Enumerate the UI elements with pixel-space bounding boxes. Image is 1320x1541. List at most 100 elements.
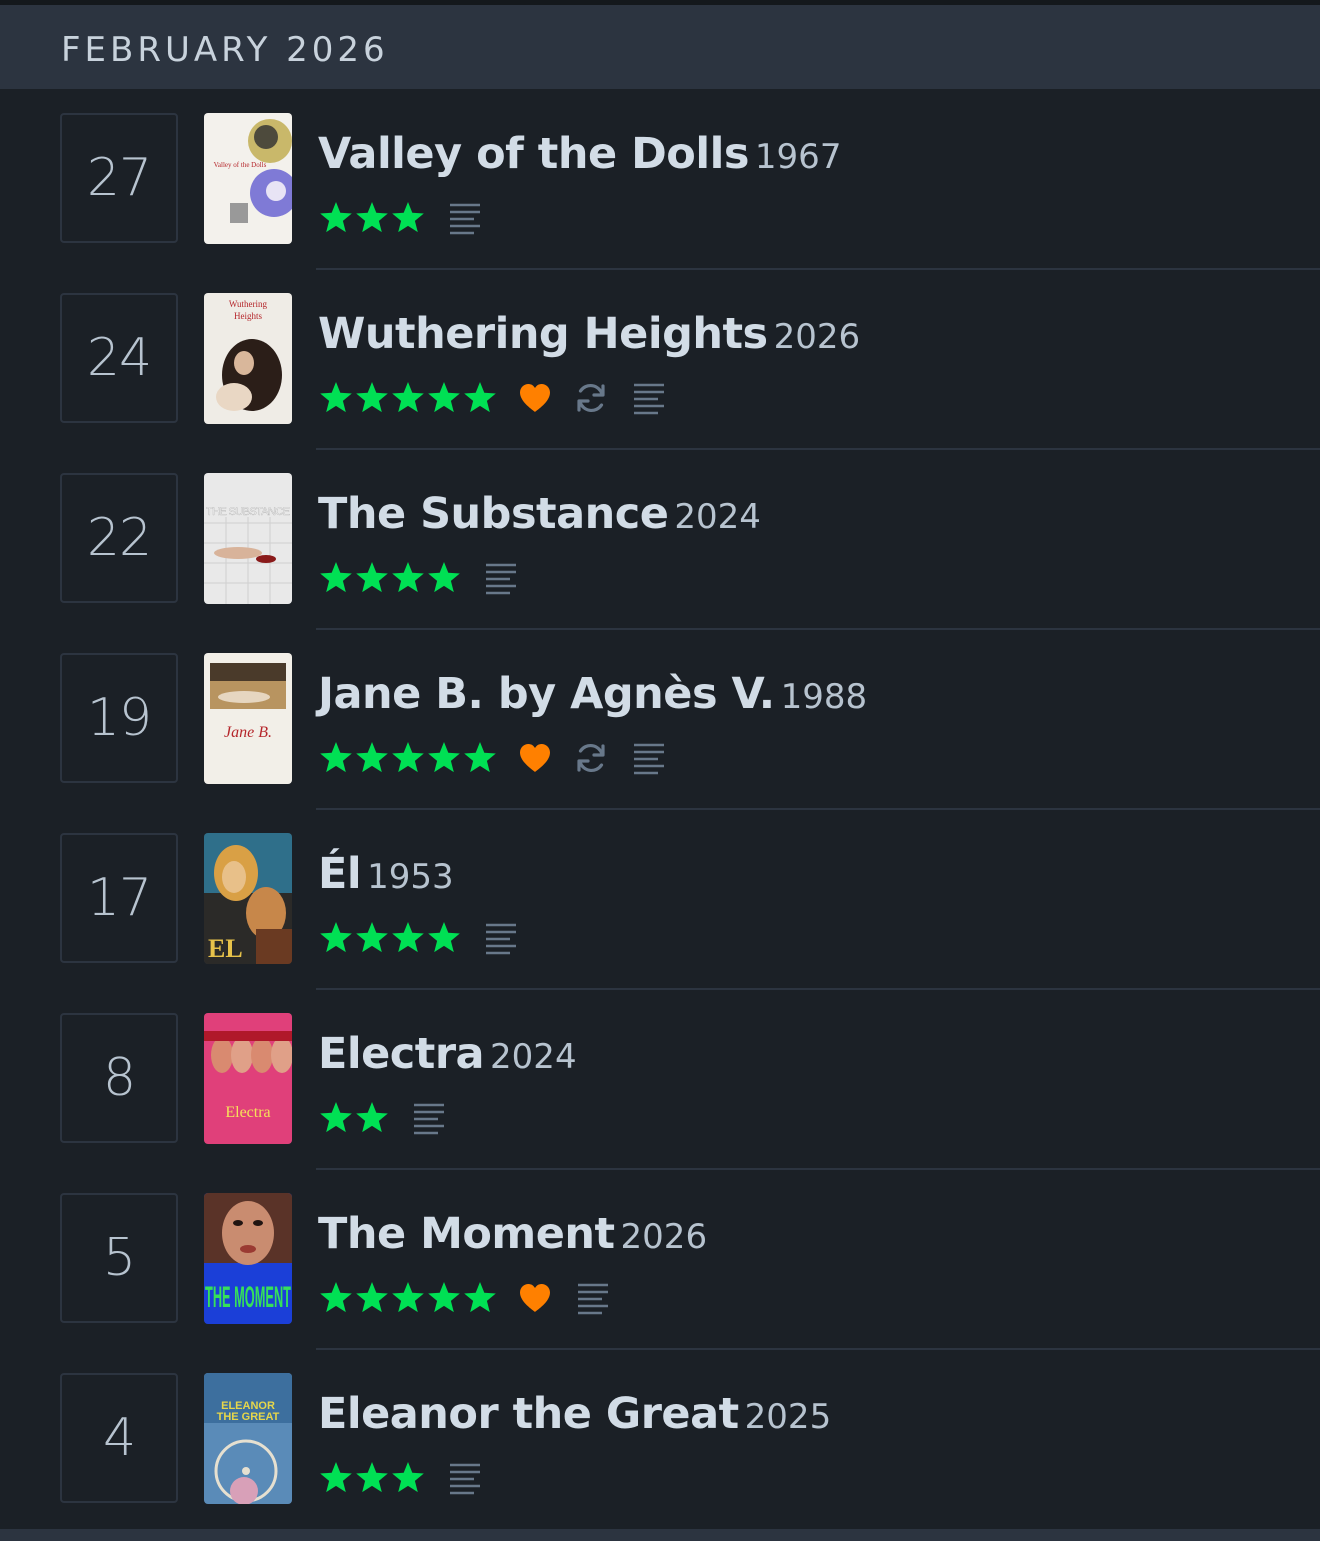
poster-title: Valley of the Dolls bbox=[214, 161, 267, 169]
el-poster: EL bbox=[204, 833, 292, 964]
jane-b-poster: Jane B. bbox=[204, 653, 292, 784]
film-title[interactable]: Wuthering Heights bbox=[318, 309, 768, 359]
film-title[interactable]: Jane B. by Agnès V. bbox=[318, 669, 775, 719]
review-icon[interactable] bbox=[410, 1099, 448, 1137]
entry-title-line: The Substance 2024 bbox=[318, 487, 761, 551]
review-icon[interactable] bbox=[574, 1279, 612, 1317]
review-icon[interactable] bbox=[446, 199, 484, 237]
entry-meta bbox=[318, 1098, 448, 1138]
entry-title-line: Jane B. by Agnès V. 1988 bbox=[318, 667, 867, 731]
poster[interactable]: THE MOMENT bbox=[204, 1193, 292, 1324]
electra-poster: Electra bbox=[204, 1013, 292, 1144]
star-rating bbox=[318, 380, 498, 416]
star-icon bbox=[428, 742, 460, 773]
diary-entry[interactable]: 17 EL Él 1953 bbox=[0, 809, 1320, 990]
month-title: FEBRUARY 2026 bbox=[61, 30, 389, 70]
heart-icon bbox=[520, 384, 550, 412]
star-icon bbox=[392, 742, 424, 773]
day-number: 19 bbox=[86, 688, 152, 748]
star-icon bbox=[356, 1462, 388, 1493]
poster[interactable]: EL bbox=[204, 833, 292, 964]
review-icon[interactable] bbox=[630, 379, 668, 417]
diary-list: 27 Valley of the Dolls Valley of the Dol… bbox=[0, 89, 1320, 1529]
diary-entry[interactable]: 27 Valley of the Dolls Valley of the Dol… bbox=[0, 89, 1320, 270]
film-title[interactable]: Valley of the Dolls bbox=[318, 129, 749, 179]
day-box[interactable]: 5 bbox=[60, 1193, 178, 1323]
poster[interactable]: Jane B. bbox=[204, 653, 292, 784]
poster[interactable]: Valley of the Dolls bbox=[204, 113, 292, 244]
star-rating bbox=[318, 1100, 390, 1136]
poster[interactable]: THE SUBSTANCE bbox=[204, 473, 292, 604]
diary-entry[interactable]: 8 Electra Electra 2024 bbox=[0, 989, 1320, 1170]
star-icon bbox=[464, 1282, 496, 1313]
entry-title-line: Él 1953 bbox=[318, 847, 454, 911]
day-number: 5 bbox=[102, 1228, 136, 1288]
entry-title-line: Eleanor the Great 2025 bbox=[318, 1387, 831, 1451]
day-box[interactable]: 24 bbox=[60, 293, 178, 423]
day-box[interactable]: 17 bbox=[60, 833, 178, 963]
entry-meta bbox=[318, 738, 668, 778]
heart-icon bbox=[520, 744, 550, 772]
review-icon[interactable] bbox=[446, 1459, 484, 1497]
wuthering-heights-poster: Wuthering Heights bbox=[204, 293, 292, 424]
star-rating bbox=[318, 920, 462, 956]
day-box[interactable]: 19 bbox=[60, 653, 178, 783]
star-icon bbox=[320, 922, 352, 953]
film-year[interactable]: 2026 bbox=[621, 1217, 708, 1257]
day-number: 24 bbox=[86, 328, 152, 388]
day-box[interactable]: 4 bbox=[60, 1373, 178, 1503]
the-substance-poster: THE SUBSTANCE bbox=[204, 473, 292, 604]
eleanor-the-great-poster: ELEANOR THE GREAT bbox=[204, 1373, 292, 1504]
diary-entry[interactable]: 19 Jane B. Jane B. by Agnès V. 1988 bbox=[0, 629, 1320, 810]
film-year[interactable]: 1967 bbox=[755, 137, 842, 177]
film-year[interactable]: 1953 bbox=[367, 857, 454, 897]
star-icon bbox=[392, 1282, 424, 1313]
poster[interactable]: ELEANOR THE GREAT bbox=[204, 1373, 292, 1504]
film-title[interactable]: Eleanor the Great bbox=[318, 1389, 739, 1439]
star-icon bbox=[320, 742, 352, 773]
rewatch-icon bbox=[577, 384, 605, 412]
diary-entry[interactable]: 5 THE MOMENT The Moment 2026 bbox=[0, 1169, 1320, 1350]
poster-title: EL bbox=[208, 934, 243, 963]
film-title[interactable]: Él bbox=[318, 849, 362, 899]
diary-entry[interactable]: 22 THE SUBSTANCE The Substance 2024 bbox=[0, 449, 1320, 630]
star-icon bbox=[356, 202, 388, 233]
film-year[interactable]: 2024 bbox=[490, 1037, 577, 1077]
film-title[interactable]: The Substance bbox=[318, 489, 669, 539]
star-rating bbox=[318, 1460, 426, 1496]
day-number: 8 bbox=[102, 1048, 136, 1108]
film-year[interactable]: 2025 bbox=[745, 1397, 832, 1437]
day-box[interactable]: 22 bbox=[60, 473, 178, 603]
star-icon bbox=[392, 202, 424, 233]
film-year[interactable]: 1988 bbox=[781, 677, 868, 717]
day-box[interactable]: 27 bbox=[60, 113, 178, 243]
review-icon[interactable] bbox=[482, 919, 520, 957]
poster-title-line-2: Heights bbox=[234, 311, 262, 321]
film-title[interactable]: The Moment bbox=[318, 1209, 615, 1259]
star-icon bbox=[320, 1462, 352, 1493]
star-icon bbox=[392, 382, 424, 413]
film-year[interactable]: 2024 bbox=[674, 497, 761, 537]
month-header: FEBRUARY 2026 bbox=[0, 5, 1320, 89]
star-icon bbox=[356, 1102, 388, 1133]
day-number: 22 bbox=[86, 508, 152, 568]
star-icon bbox=[428, 382, 460, 413]
heart-icon bbox=[520, 1284, 550, 1312]
the-moment-poster: THE MOMENT bbox=[204, 1193, 292, 1324]
entry-title-line: The Moment 2026 bbox=[318, 1207, 707, 1271]
day-number: 27 bbox=[86, 148, 152, 208]
poster[interactable]: Electra bbox=[204, 1013, 292, 1144]
film-year[interactable]: 2026 bbox=[774, 317, 861, 357]
star-icon bbox=[356, 382, 388, 413]
star-icon bbox=[464, 742, 496, 773]
star-rating bbox=[318, 1280, 498, 1316]
review-icon[interactable] bbox=[630, 739, 668, 777]
poster[interactable]: Wuthering Heights bbox=[204, 293, 292, 424]
star-icon bbox=[392, 922, 424, 953]
diary-entry[interactable]: 4 ELEANOR THE GREAT Eleanor the Great 202… bbox=[0, 1349, 1320, 1529]
bottom-strip bbox=[0, 1529, 1320, 1541]
day-box[interactable]: 8 bbox=[60, 1013, 178, 1143]
film-title[interactable]: Electra bbox=[318, 1029, 485, 1079]
review-icon[interactable] bbox=[482, 559, 520, 597]
diary-entry[interactable]: 24 Wuthering Heights Wuthering Heights 20… bbox=[0, 269, 1320, 450]
